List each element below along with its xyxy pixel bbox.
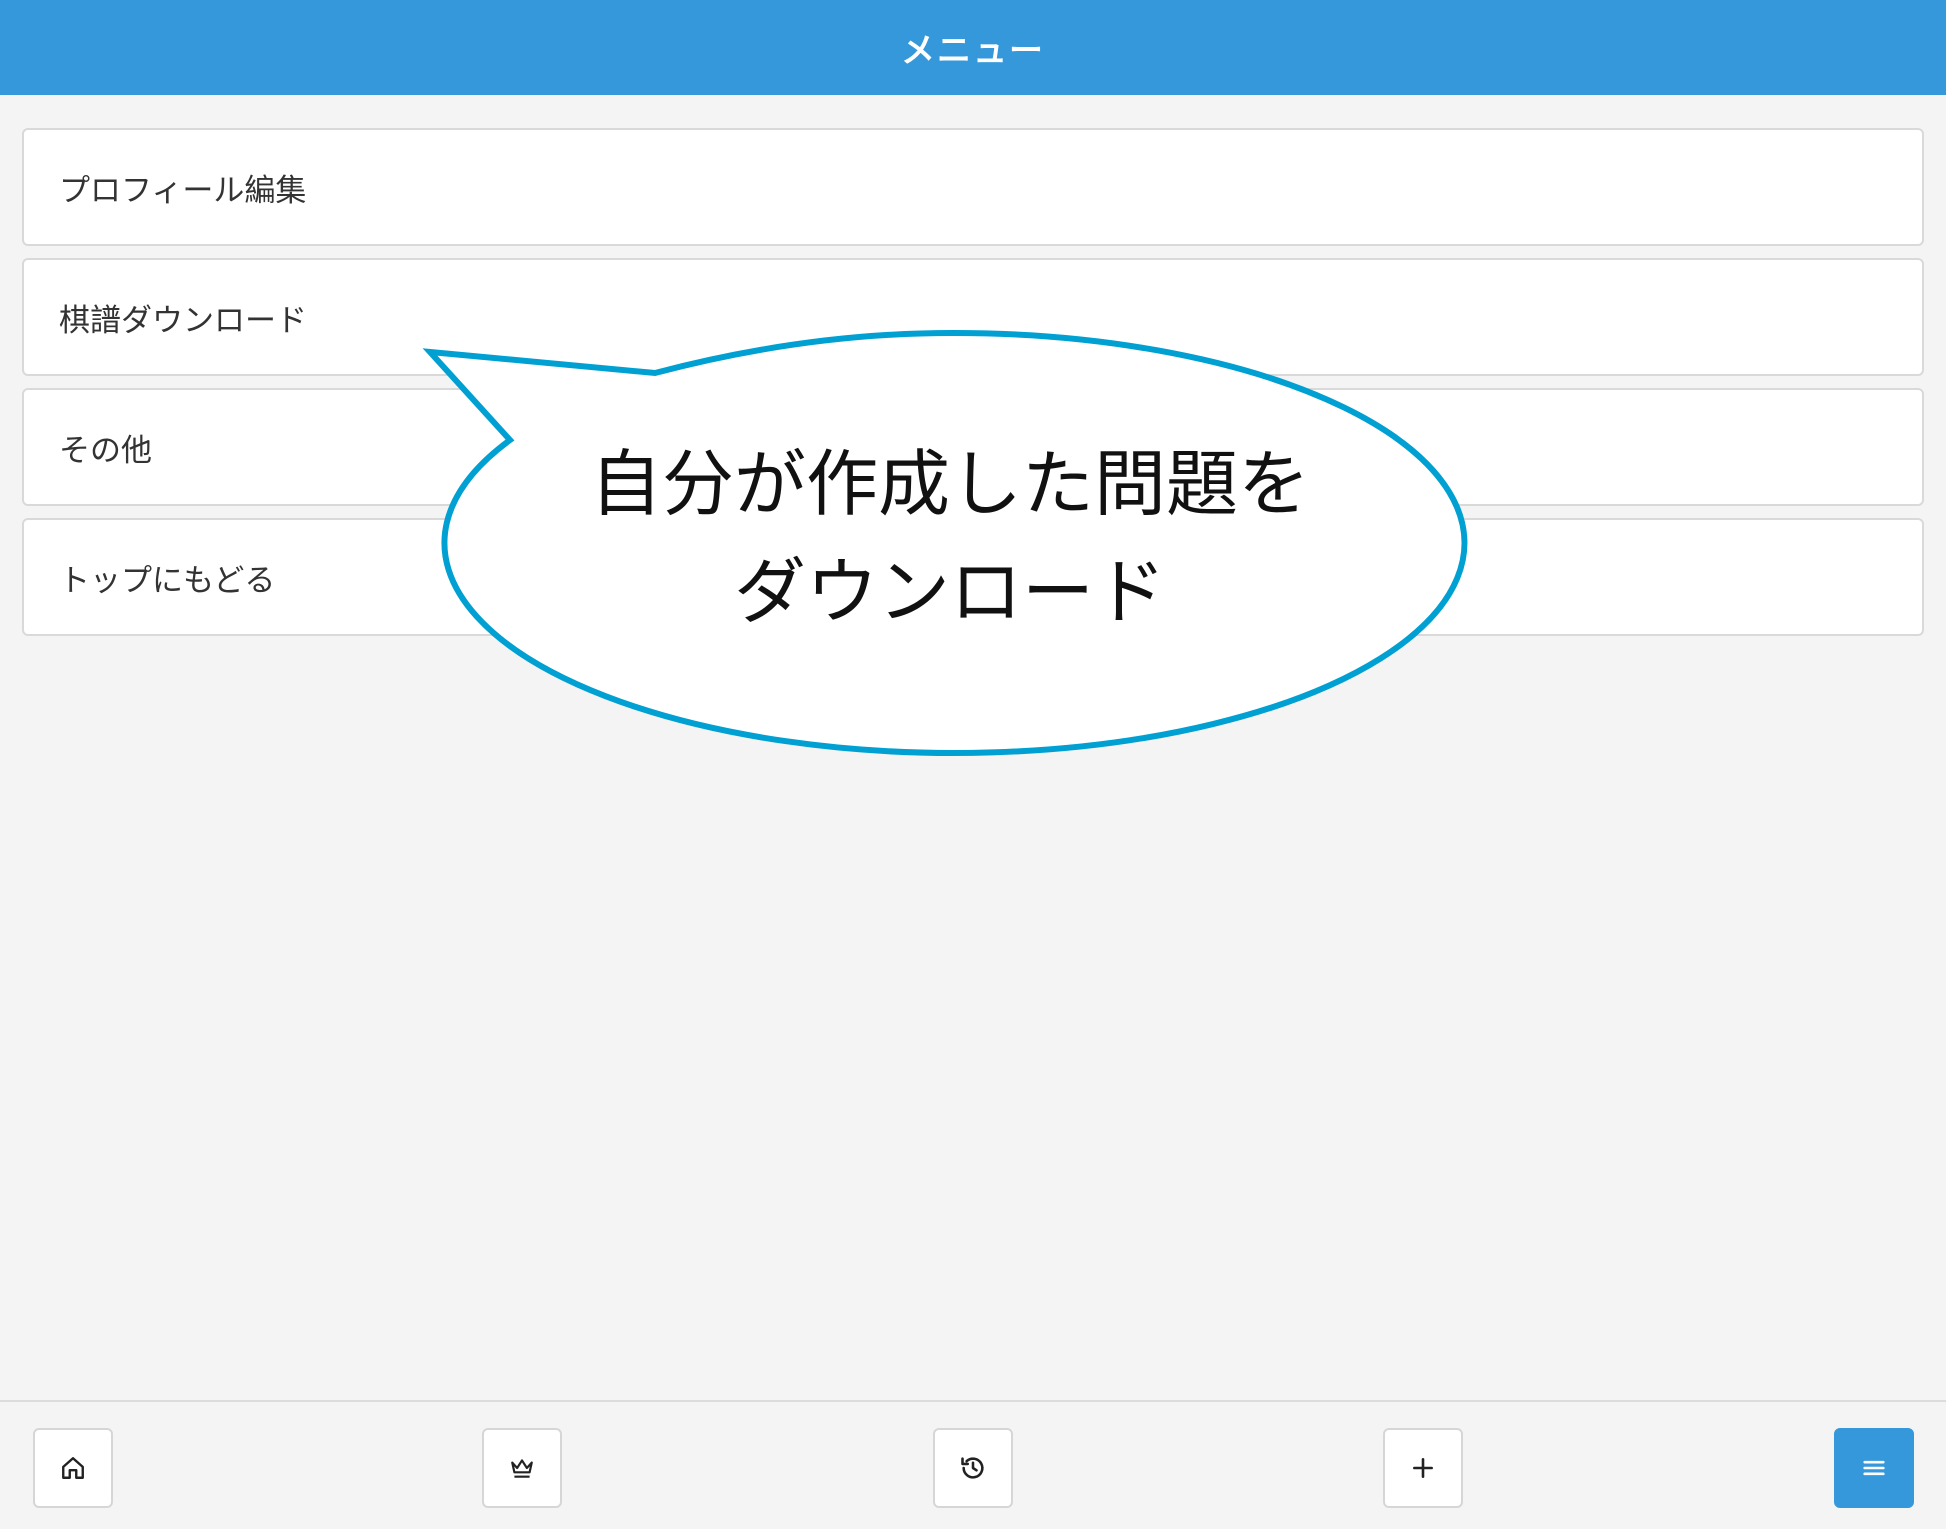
header-bar: メニュー bbox=[0, 0, 1946, 95]
menu-icon bbox=[1863, 1460, 1885, 1476]
ranking-button[interactable] bbox=[482, 1428, 562, 1508]
menu-item-profile-edit[interactable]: プロフィール編集 bbox=[22, 128, 1924, 246]
callout-line-1: 自分が作成した問題を bbox=[589, 442, 1310, 526]
crown-icon bbox=[511, 1459, 533, 1478]
bottom-tab-bar bbox=[0, 1400, 1946, 1529]
home-icon bbox=[62, 1457, 84, 1479]
callout-line-2: ダウンロード bbox=[733, 550, 1166, 634]
home-button[interactable] bbox=[33, 1428, 113, 1508]
add-button[interactable] bbox=[1383, 1428, 1463, 1508]
callout-text: 自分が作成した問題を ダウンロード bbox=[540, 430, 1360, 646]
menu-item-kifu-download[interactable]: 棋譜ダウンロード bbox=[22, 258, 1924, 376]
history-button[interactable] bbox=[933, 1428, 1013, 1508]
history-icon bbox=[961, 1457, 984, 1479]
plus-icon bbox=[1413, 1458, 1433, 1478]
menu-button[interactable] bbox=[1834, 1428, 1914, 1508]
page-title: メニュー bbox=[901, 31, 1045, 71]
